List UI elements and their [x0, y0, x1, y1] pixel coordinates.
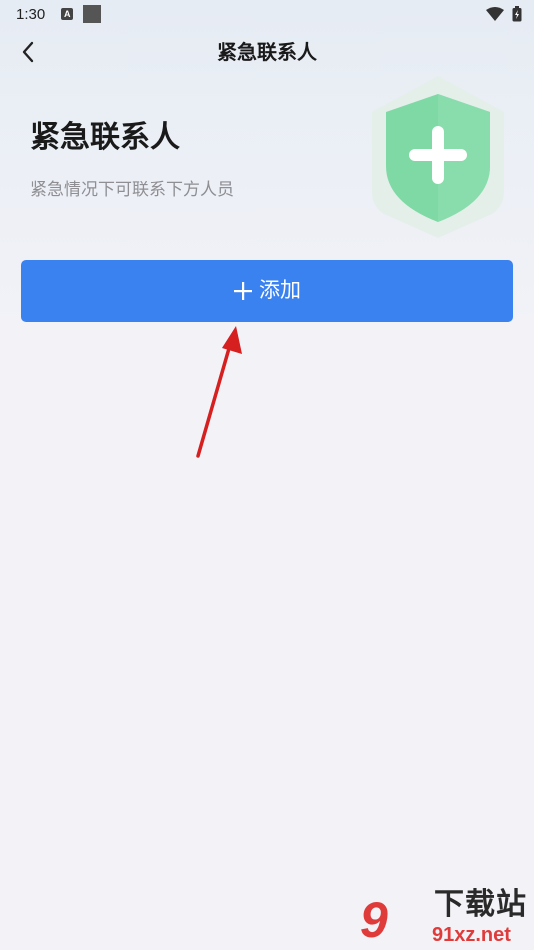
hero-subtitle: 紧急情况下可联系下方人员 — [30, 180, 234, 200]
watermark-logo: 9 下载站 91xz.net — [360, 885, 534, 950]
plus-icon — [234, 282, 252, 300]
hero-title: 紧急联系人 — [30, 120, 180, 155]
watermark-glyph: 9 — [360, 892, 388, 948]
watermark-title: 下载站 — [434, 887, 527, 922]
emergency-contacts-screen: 1:30 A 紧急联系人 紧急联系人 紧急情况下可联系下方人员 添加 9 下载站… — [0, 0, 534, 950]
battery-icon — [512, 6, 522, 22]
status-bar: 1:30 A — [0, 0, 534, 28]
annotation-arrow — [196, 326, 242, 458]
add-contact-button[interactable]: 添加 — [21, 260, 513, 322]
status-time: 1:30 — [16, 5, 46, 23]
watermark-domain: 91xz.net — [432, 924, 511, 946]
add-button-label: 添加 — [259, 279, 301, 302]
wifi-icon — [486, 7, 504, 21]
shield-plus-icon — [372, 76, 504, 238]
page-title: 紧急联系人 — [217, 40, 317, 64]
notification-square-icon — [83, 5, 102, 23]
notification-a-icon: A — [61, 8, 74, 20]
status-icons — [486, 6, 522, 22]
